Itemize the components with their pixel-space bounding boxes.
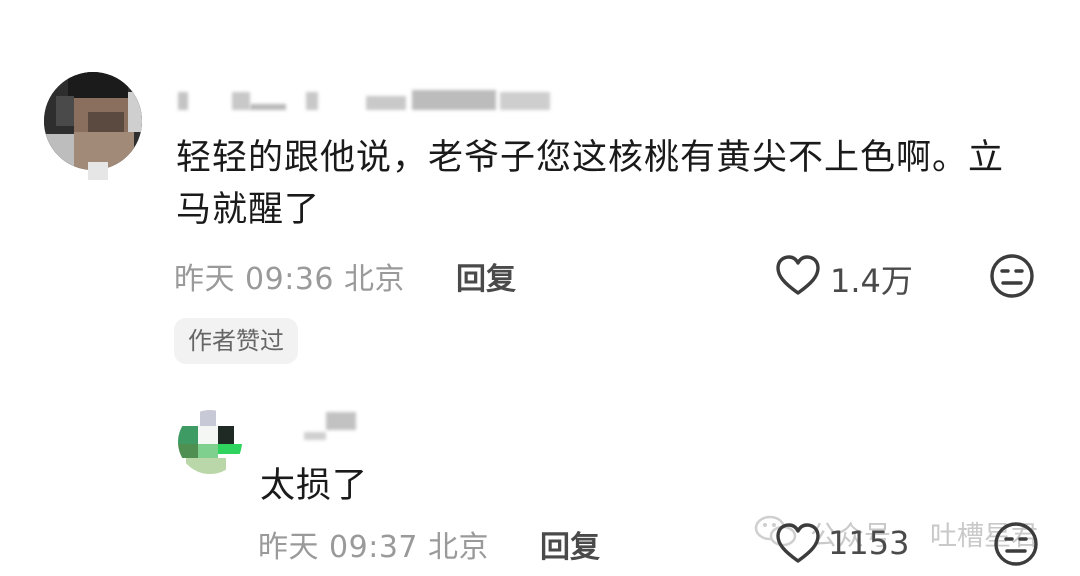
comment-text-line: 轻轻的跟他说，老爷子您这核桃有黄尖不上色啊。立 xyxy=(176,138,1005,178)
comment-text: 太损了 xyxy=(260,466,369,506)
reply-button[interactable]: 回复 xyxy=(540,522,600,566)
heart-outline-icon xyxy=(776,255,820,295)
author-liked-badge: 作者赞过 xyxy=(174,318,298,364)
neutral-face-icon[interactable] xyxy=(988,252,1036,300)
avatar[interactable] xyxy=(178,410,242,474)
reply-button[interactable]: 回复 xyxy=(456,254,516,298)
avatar-fragment xyxy=(88,162,108,180)
neutral-face-icon[interactable] xyxy=(992,520,1040,568)
heart-outline-icon xyxy=(776,523,820,563)
username-blurred xyxy=(300,412,380,442)
avatar[interactable] xyxy=(44,72,142,170)
like-button[interactable]: 1153 xyxy=(774,520,934,568)
like-count: 1153 xyxy=(828,524,910,562)
username-blurred xyxy=(176,90,556,112)
comment-text: 轻轻的跟他说，老爷子您这核桃有黄尖不上色啊。立 马就醒了 xyxy=(176,132,1056,236)
like-count: 1.4万 xyxy=(830,262,913,300)
comment-text-line: 马就醒了 xyxy=(176,190,321,230)
comment-time-location: 昨天 09:36 北京 xyxy=(174,262,406,297)
like-button[interactable]: 1.4万 xyxy=(774,252,934,300)
comment-time-location: 昨天 09:37 北京 xyxy=(258,530,490,565)
